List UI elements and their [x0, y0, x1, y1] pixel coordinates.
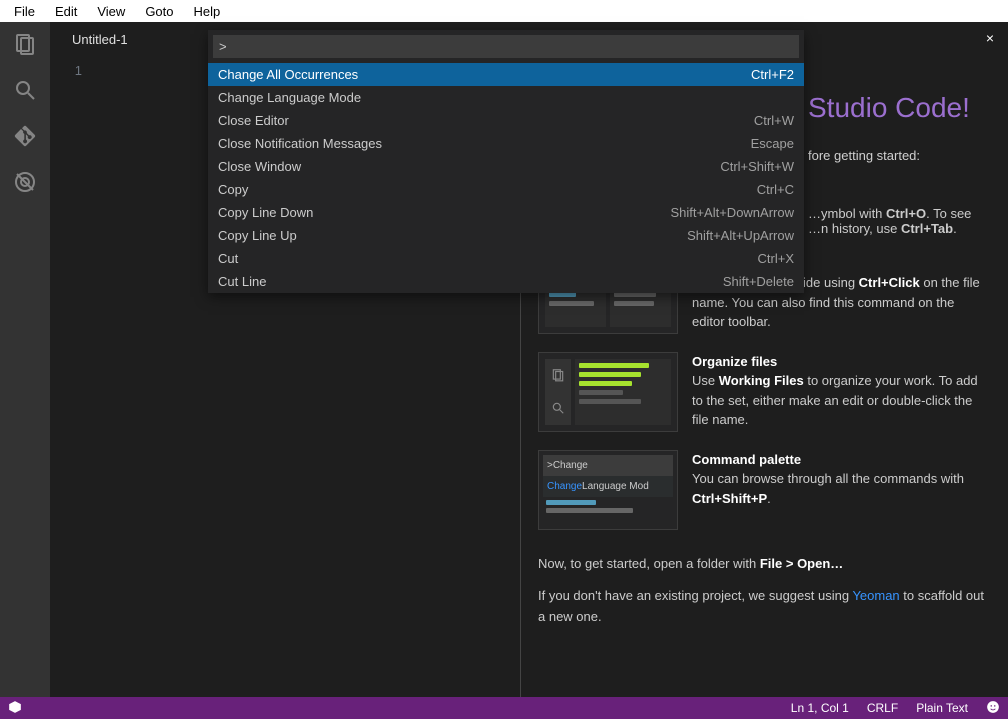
palette-item-change-language-mode[interactable]: Change Language Mode — [208, 86, 804, 109]
palette-item-cut[interactable]: CutCtrl+X — [208, 247, 804, 270]
activity-bar — [0, 22, 50, 697]
command-palette-input[interactable] — [213, 35, 799, 58]
status-language[interactable]: Plain Text — [916, 701, 968, 715]
tip-organize-text: Organize files Use Working Files to orga… — [692, 352, 1008, 430]
palette-item-close-window[interactable]: Close WindowCtrl+Shift+W — [208, 155, 804, 178]
line-number-1: 1 — [50, 63, 82, 78]
pal-thumb-row2: Change Language Mod — [543, 476, 673, 497]
status-ln-col[interactable]: Ln 1, Col 1 — [791, 701, 849, 715]
palette-item-copy-line-up[interactable]: Copy Line UpShift+Alt+UpArrow — [208, 224, 804, 247]
smiley-icon[interactable] — [986, 700, 1000, 717]
pal-thumb-row1: >Change — [543, 455, 673, 476]
palette-item-copy[interactable]: CopyCtrl+C — [208, 178, 804, 201]
command-palette-list: Change All OccurrencesCtrl+F2 Change Lan… — [208, 63, 804, 293]
search-icon[interactable] — [11, 76, 39, 104]
menubar: File Edit View Goto Help — [0, 0, 1008, 22]
status-bar: Ln 1, Col 1 CRLF Plain Text — [0, 697, 1008, 719]
menu-edit[interactable]: Edit — [45, 2, 87, 21]
close-icon[interactable]: × — [986, 30, 994, 46]
menu-goto[interactable]: Goto — [135, 2, 183, 21]
tip-palette-text: Command palette You can browse through a… — [692, 450, 1008, 509]
palette-item-copy-line-down[interactable]: Copy Line DownShift+Alt+DownArrow — [208, 201, 804, 224]
palette-item-change-all-occurrences[interactable]: Change All OccurrencesCtrl+F2 — [208, 63, 804, 86]
command-palette: Change All OccurrencesCtrl+F2 Change Lan… — [208, 30, 804, 293]
palette-item-close-editor[interactable]: Close EditorCtrl+W — [208, 109, 804, 132]
yeoman-link[interactable]: Yeoman — [852, 588, 899, 603]
menu-view[interactable]: View — [87, 2, 135, 21]
status-eol[interactable]: CRLF — [867, 701, 898, 715]
palette-item-close-notification-messages[interactable]: Close Notification MessagesEscape — [208, 132, 804, 155]
tip-palette-thumb: >Change Change Language Mod — [538, 450, 678, 530]
git-icon[interactable] — [11, 122, 39, 150]
tab-untitled[interactable]: Untitled-1 — [68, 24, 132, 55]
tip-palette: >Change Change Language Mod Command pale… — [538, 450, 1008, 530]
tip-organize-thumb — [538, 352, 678, 432]
feedback-icon[interactable] — [8, 700, 22, 717]
menu-help[interactable]: Help — [184, 2, 231, 21]
welcome-foot2: If you don't have an existing project, w… — [538, 586, 1008, 628]
welcome-foot1: Now, to get started, open a folder with … — [538, 554, 1008, 575]
palette-item-cut-line[interactable]: Cut LineShift+Delete — [208, 270, 804, 293]
debug-icon[interactable] — [11, 168, 39, 196]
line-gutter: 1 — [50, 57, 100, 78]
explorer-icon[interactable] — [11, 30, 39, 58]
menu-file[interactable]: File — [4, 2, 45, 21]
tip-organize: Organize files Use Working Files to orga… — [538, 352, 1008, 432]
